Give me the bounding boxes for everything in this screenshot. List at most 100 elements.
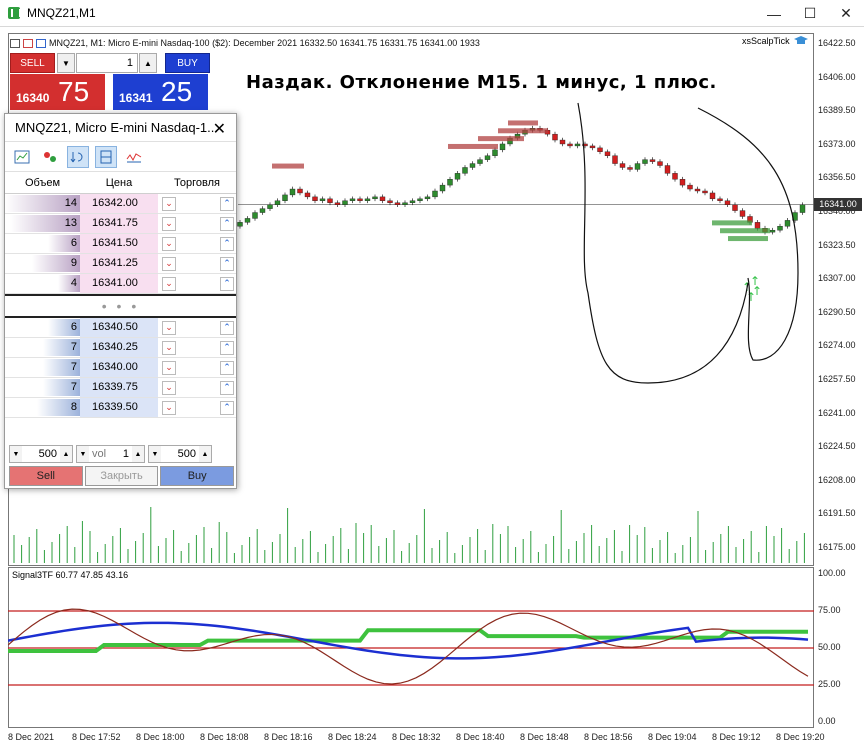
bid-price-cell[interactable]: 16340.00 xyxy=(80,358,158,377)
ask-row[interactable]: 9 16341.25 ⌄ ⌃ xyxy=(5,254,236,274)
buy-button[interactable]: BUY xyxy=(165,53,210,73)
dom-close-icon[interactable]: ✕ xyxy=(213,119,226,139)
sell-order-dropdown-icon[interactable]: ⌄ xyxy=(162,276,176,291)
center-view-icon[interactable] xyxy=(95,145,117,168)
buy-order-dropdown-icon[interactable]: ⌃ xyxy=(220,380,234,395)
calendar-icon[interactable] xyxy=(36,38,46,48)
buy-order-dropdown-icon[interactable]: ⌃ xyxy=(220,360,234,375)
sell-price-points: 75 xyxy=(58,76,90,107)
dom-sell-button[interactable]: Sell xyxy=(9,466,83,486)
ask-rows: 14 16342.00 ⌄ ⌃ 13 16341.75 ⌄ ⌃ 6 16341.50 ⌄ ⌃ 9 1634… xyxy=(5,194,236,294)
chart-ohlc: 16332.50 16341.75 16331.75 16341.00 xyxy=(299,38,458,48)
ask-row[interactable]: 13 16341.75 ⌄ ⌃ xyxy=(5,214,236,234)
price-tick-label: 16307.00 xyxy=(818,273,856,284)
bid-row[interactable]: 7 16340.25 ⌄ ⌃ xyxy=(5,338,236,358)
dom-buy-button[interactable]: Buy xyxy=(160,466,235,486)
left-volume-up[interactable]: ▲ xyxy=(60,446,72,462)
chart-list-icon[interactable] xyxy=(10,38,20,48)
ticks-view-icon[interactable] xyxy=(39,146,61,168)
ask-row[interactable]: 6 16341.50 ⌄ ⌃ xyxy=(5,234,236,254)
sell-order-dropdown-icon[interactable]: ⌄ xyxy=(162,380,176,395)
sell-price-display[interactable]: 16340 75 xyxy=(10,74,105,110)
candle-body xyxy=(372,196,378,200)
buy-order-dropdown-icon[interactable]: ⌃ xyxy=(220,340,234,355)
candle-body xyxy=(289,188,296,196)
bid-price-cell[interactable]: 16340.25 xyxy=(80,338,158,357)
sell-order-dropdown-icon[interactable]: ⌄ xyxy=(162,236,176,251)
sell-order-dropdown-icon[interactable]: ⌄ xyxy=(162,340,176,355)
bid-price-cell[interactable]: 16340.50 xyxy=(80,318,158,337)
candle-body xyxy=(282,194,288,201)
expert-cap-icon[interactable] xyxy=(794,36,808,46)
sell-order-dropdown-icon[interactable]: ⌄ xyxy=(162,360,176,375)
right-volume-down[interactable]: ▼ xyxy=(149,446,161,462)
chart-properties-icon[interactable] xyxy=(23,38,33,48)
price-axis[interactable]: 16422.50 16406.00 16389.50 16373.00 16356.50… xyxy=(814,33,864,739)
sell-button[interactable]: SELL xyxy=(10,53,55,73)
candle-body xyxy=(627,167,633,170)
bid-volume-value: 6 xyxy=(70,321,77,333)
lot-decrease-button[interactable]: ▼ xyxy=(57,53,75,73)
buy-order-dropdown-icon[interactable]: ⌃ xyxy=(220,216,234,231)
left-volume-input[interactable]: 500 xyxy=(22,446,60,462)
buy-order-dropdown-icon[interactable]: ⌃ xyxy=(220,320,234,335)
minimize-button[interactable]: — xyxy=(756,0,792,27)
order-volume-stepper[interactable]: ▼ vol 1 ▲ xyxy=(76,445,145,463)
left-volume-down[interactable]: ▼ xyxy=(10,446,22,462)
sell-price-prefix: 16340 xyxy=(16,91,50,105)
right-volume-input[interactable]: 500 xyxy=(161,446,199,462)
indicator-blue-line xyxy=(8,621,809,660)
left-volume-stepper[interactable]: ▼ 500 ▲ xyxy=(9,445,73,463)
bid-volume-value: 7 xyxy=(70,381,77,393)
lot-increase-button[interactable]: ▲ xyxy=(139,53,157,73)
time-tick-label: 8 Dec 19:12 xyxy=(712,732,761,742)
bid-price-cell[interactable]: 16339.50 xyxy=(80,398,158,417)
price-tick-label: 16224.50 xyxy=(818,441,856,452)
ask-price-cell[interactable]: 16341.75 xyxy=(80,214,158,233)
maximize-button[interactable]: ☐ xyxy=(792,0,828,27)
sell-order-dropdown-icon[interactable]: ⌄ xyxy=(162,320,176,335)
ask-price-cell[interactable]: 16342.00 xyxy=(80,194,158,213)
time-axis[interactable]: 8 Dec 2021 8 Dec 17:52 8 Dec 18:00 8 Dec 18… xyxy=(8,728,825,748)
dom-title: MNQZ21, Micro E-mini Nasdaq-1... xyxy=(15,120,218,135)
bid-price-cell[interactable]: 16339.75 xyxy=(80,378,158,397)
sell-order-dropdown-icon[interactable]: ⌄ xyxy=(162,400,176,415)
right-volume-stepper[interactable]: ▼ 500 ▲ xyxy=(148,445,212,463)
buy-order-dropdown-icon[interactable]: ⌃ xyxy=(220,276,234,291)
buy-order-dropdown-icon[interactable]: ⌃ xyxy=(220,400,234,415)
lot-input[interactable]: 1 xyxy=(76,53,138,73)
order-volume-input[interactable]: vol 1 xyxy=(89,446,132,462)
ask-trade-cell: ⌄ ⌃ xyxy=(158,214,236,233)
ask-price-cell[interactable]: 16341.00 xyxy=(80,274,158,293)
chart-view-icon[interactable] xyxy=(11,146,33,168)
sort-prices-icon[interactable] xyxy=(67,145,89,168)
right-volume-up[interactable]: ▲ xyxy=(199,446,211,462)
buy-order-dropdown-icon[interactable]: ⌃ xyxy=(220,256,234,271)
tick-chart-icon[interactable] xyxy=(123,146,145,168)
candle-body xyxy=(657,161,663,166)
sell-order-dropdown-icon[interactable]: ⌄ xyxy=(162,216,176,231)
dom-titlebar[interactable]: MNQZ21, Micro E-mini Nasdaq-1... ✕ xyxy=(5,114,236,142)
dom-close-position-button[interactable]: Закрыть xyxy=(84,466,159,486)
ask-price-cell[interactable]: 16341.50 xyxy=(80,234,158,253)
order-volume-down[interactable]: ▼ xyxy=(77,446,89,462)
bid-row[interactable]: 8 16339.50 ⌄ ⌃ xyxy=(5,398,236,418)
sell-order-dropdown-icon[interactable]: ⌄ xyxy=(162,196,176,211)
bid-volume-cell: 7 xyxy=(5,338,80,357)
buy-order-dropdown-icon[interactable]: ⌃ xyxy=(220,196,234,211)
ask-volume-cell: 13 xyxy=(5,214,80,233)
one-click-trading-panel: SELL ▼ 1 ▲ BUY 16340 75 16341 25 xyxy=(10,51,210,113)
ask-price-cell[interactable]: 16341.25 xyxy=(80,254,158,273)
bid-row[interactable]: 7 16339.75 ⌄ ⌃ xyxy=(5,378,236,398)
sell-order-dropdown-icon[interactable]: ⌄ xyxy=(162,256,176,271)
bid-row[interactable]: 6 16340.50 ⌄ ⌃ xyxy=(5,318,236,338)
buy-order-dropdown-icon[interactable]: ⌃ xyxy=(220,236,234,251)
close-window-button[interactable]: ✕ xyxy=(828,0,864,27)
buy-price-display[interactable]: 16341 25 xyxy=(113,74,208,110)
ask-row[interactable]: 4 16341.00 ⌄ ⌃ xyxy=(5,274,236,294)
ask-row[interactable]: 14 16342.00 ⌄ ⌃ xyxy=(5,194,236,214)
candle-body xyxy=(612,155,618,164)
order-volume-up[interactable]: ▲ xyxy=(132,446,144,462)
candle-body xyxy=(664,165,671,174)
bid-row[interactable]: 7 16340.00 ⌄ ⌃ xyxy=(5,358,236,378)
